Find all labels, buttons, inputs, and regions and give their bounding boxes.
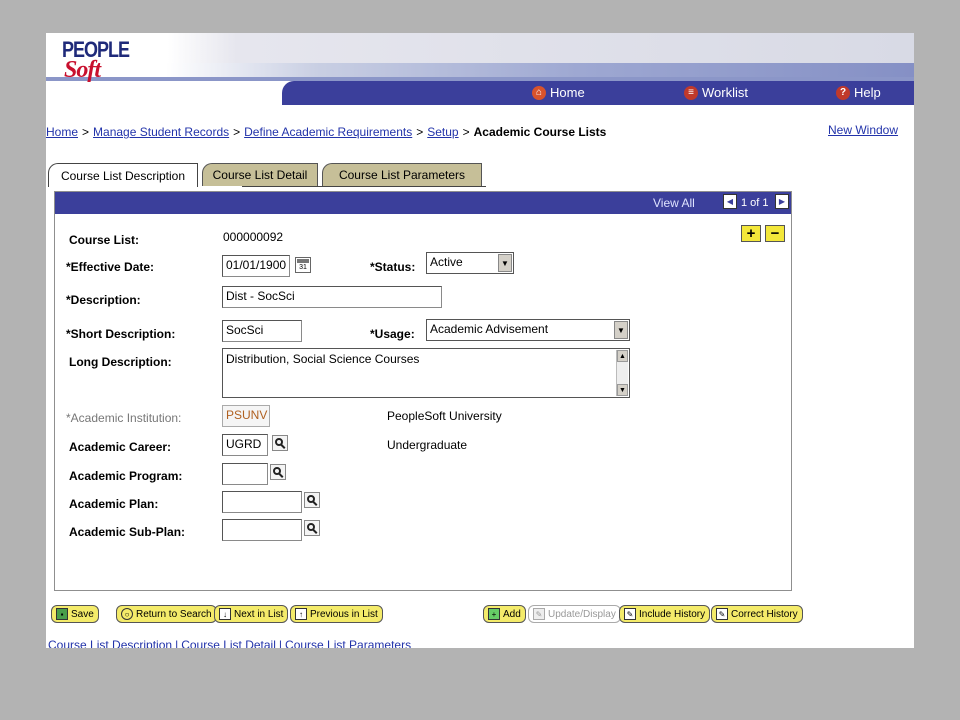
breadcrumb-manage-student-records[interactable]: Manage Student Records	[93, 125, 229, 139]
home-icon: ⌂	[532, 85, 546, 100]
new-window-link[interactable]: New Window	[828, 123, 898, 137]
academic-plan-label: Academic Plan:	[69, 497, 159, 511]
academic-sub-plan-input[interactable]	[222, 519, 302, 541]
browser-page: PEOPLE Soft ⌂ Home ≡ Worklist ? Help Hom…	[46, 33, 914, 648]
usage-label: *Usage:	[370, 327, 415, 341]
footer-link-course-list-parameters[interactable]: Course List Parameters	[285, 638, 411, 648]
breadcrumb: Home > Manage Student Records > Define Acade…	[46, 125, 607, 139]
academic-program-input[interactable]	[222, 463, 268, 485]
correct-history-button[interactable]: ✎ Correct History	[711, 605, 803, 623]
help-icon: ?	[836, 85, 850, 100]
description-label: *Description:	[66, 293, 141, 307]
universal-nav-bar: ⌂ Home ≡ Worklist ? Help	[282, 81, 914, 105]
usage-value: Academic Advisement	[430, 322, 549, 336]
long-description-textarea[interactable]: Distribution, Social Science Courses ▲ ▼	[222, 348, 630, 398]
effective-date-label: *Effective Date:	[66, 260, 155, 274]
add-icon: +	[488, 608, 500, 620]
usage-select[interactable]: Academic Advisement ▼	[426, 319, 630, 341]
scroll-up-icon[interactable]: ▲	[617, 350, 628, 362]
worklist-icon: ≡	[684, 85, 698, 100]
logo-text-soft: Soft	[64, 57, 101, 83]
academic-sub-plan-label: Academic Sub-Plan:	[69, 525, 186, 539]
tab-course-list-parameters[interactable]: Course List Parameters	[322, 163, 482, 186]
dropdown-arrow-icon: ▼	[498, 254, 512, 272]
next-list-icon: ↓	[219, 608, 231, 620]
academic-institution-label: *Academic Institution:	[66, 411, 182, 425]
tab-underline	[242, 186, 486, 187]
long-description-value: Distribution, Social Science Courses	[226, 352, 420, 366]
breadcrumb-setup[interactable]: Setup	[427, 125, 458, 139]
update-display-button: ✎ Update/Display	[528, 605, 621, 623]
academic-plan-input[interactable]	[222, 491, 302, 513]
tab-course-list-description[interactable]: Course List Description	[48, 163, 198, 187]
tab-course-list-detail[interactable]: Course List Detail	[202, 163, 318, 186]
footer-tab-links: Course List Description | Course List Deta…	[48, 638, 411, 648]
update-display-icon: ✎	[533, 608, 545, 620]
footer-link-course-list-detail[interactable]: Course List Detail	[181, 638, 276, 648]
prev-row-icon[interactable]: ◀	[723, 194, 737, 209]
include-history-icon: ✎	[624, 608, 636, 620]
status-label: *Status:	[370, 260, 416, 274]
peoplesoft-logo: PEOPLE Soft	[62, 37, 130, 89]
effective-date-input[interactable]: 01/01/1900	[222, 255, 290, 277]
row-counter: 1 of 1	[741, 197, 769, 209]
panel-header-bar: View All ◀ 1 of 1 ▶	[55, 192, 791, 214]
scroll-down-icon[interactable]: ▼	[617, 384, 628, 396]
academic-program-label: Academic Program:	[69, 469, 183, 483]
nav-help-link[interactable]: ? Help	[836, 85, 881, 100]
add-row-button[interactable]: +	[741, 225, 761, 242]
short-description-input[interactable]: SocSci	[222, 320, 302, 342]
search-icon: ○	[121, 608, 133, 620]
academic-institution-description: PeopleSoft University	[387, 409, 502, 423]
view-all-link[interactable]: View All	[653, 196, 695, 210]
delete-row-button[interactable]: −	[765, 225, 785, 242]
save-icon: ▪	[56, 608, 68, 620]
nav-home-link[interactable]: ⌂ Home	[532, 85, 585, 100]
nav-worklist-link[interactable]: ≡ Worklist	[684, 85, 748, 100]
course-list-label: Course List:	[69, 233, 140, 247]
status-value: Active	[430, 255, 463, 269]
footer-link-course-list-description[interactable]: Course List Description	[48, 638, 172, 648]
correct-history-icon: ✎	[716, 608, 728, 620]
include-history-button[interactable]: ✎ Include History	[619, 605, 711, 623]
nav-worklist-label: Worklist	[702, 85, 748, 100]
header-gradient-strip	[166, 63, 914, 77]
course-list-value: 000000092	[223, 230, 284, 244]
plan-lookup-icon[interactable]	[304, 492, 320, 508]
breadcrumb-home[interactable]: Home	[46, 125, 78, 139]
breadcrumb-current: Academic Course Lists	[473, 125, 607, 139]
career-lookup-icon[interactable]	[272, 435, 288, 451]
program-lookup-icon[interactable]	[270, 464, 286, 480]
next-in-list-button[interactable]: ↓ Next in List	[214, 605, 289, 623]
next-row-icon[interactable]: ▶	[775, 194, 789, 209]
dropdown-arrow-icon: ▼	[614, 321, 628, 339]
textarea-scrollbar[interactable]: ▲ ▼	[616, 350, 628, 396]
nav-home-label: Home	[550, 85, 585, 100]
long-description-label: Long Description:	[69, 355, 172, 369]
sub-plan-lookup-icon[interactable]	[304, 520, 320, 536]
description-input[interactable]: Dist - SocSci	[222, 286, 442, 308]
academic-career-label: Academic Career:	[69, 440, 172, 454]
academic-career-description: Undergraduate	[387, 438, 468, 452]
calendar-icon[interactable]: 31	[295, 257, 311, 273]
short-description-label: *Short Description:	[66, 327, 176, 341]
academic-institution-input: PSUNV	[222, 405, 270, 427]
breadcrumb-define-academic-requirements[interactable]: Define Academic Requirements	[244, 125, 412, 139]
previous-in-list-button[interactable]: ↑ Previous in List	[290, 605, 383, 623]
status-select[interactable]: Active ▼	[426, 252, 514, 274]
academic-career-input[interactable]: UGRD	[222, 434, 268, 456]
return-to-search-button[interactable]: ○ Return to Search	[116, 605, 217, 623]
previous-list-icon: ↑	[295, 608, 307, 620]
add-button[interactable]: + Add	[483, 605, 526, 623]
save-button[interactable]: ▪ Save	[51, 605, 99, 623]
tab-strip: Course List Description Course List Deta…	[48, 163, 488, 187]
course-list-panel: View All ◀ 1 of 1 ▶ + − Course List: 000…	[54, 191, 792, 591]
nav-help-label: Help	[854, 85, 881, 100]
